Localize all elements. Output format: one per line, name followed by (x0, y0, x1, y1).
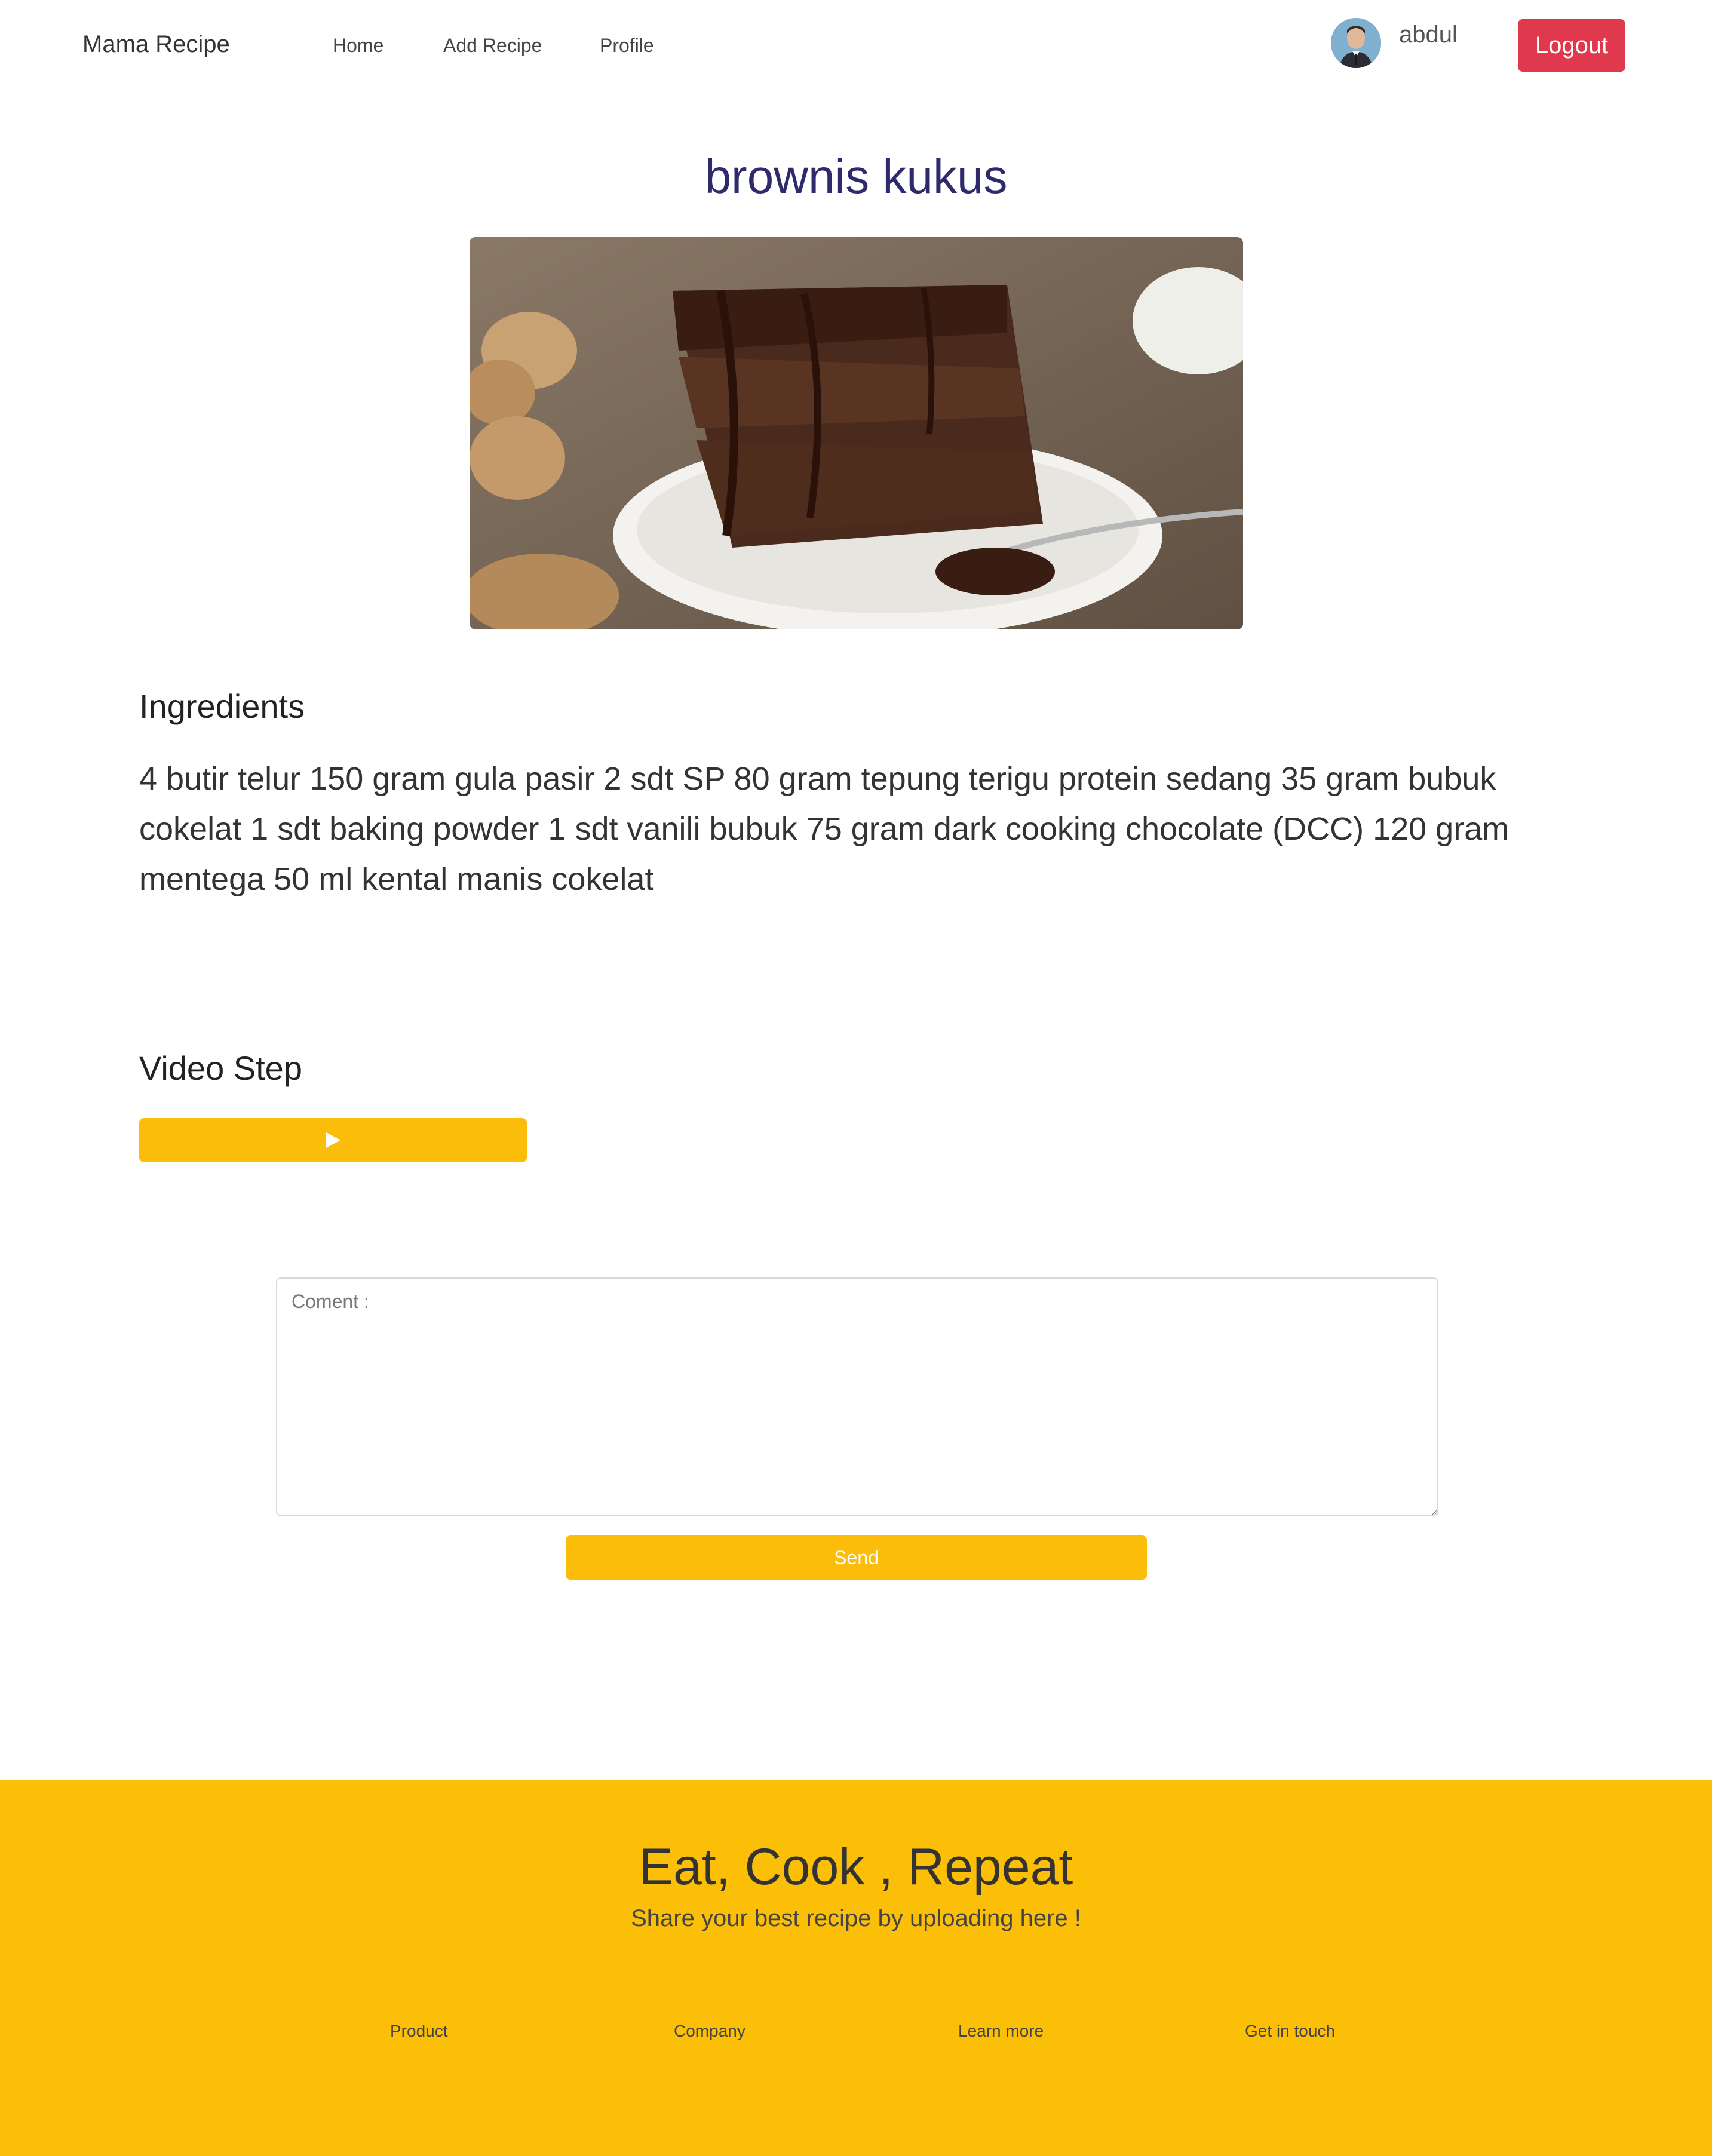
video-step-button[interactable] (139, 1118, 527, 1162)
username-label: abdul (1399, 22, 1458, 48)
recipe-image (470, 237, 1243, 629)
brand-logo[interactable]: Mama Recipe (82, 31, 230, 58)
footer-title: Eat, Cook , Repeat (639, 1838, 1073, 1896)
nav-home-link[interactable]: Home (333, 35, 383, 57)
footer-subtitle: Share your best recipe by uploading here… (631, 1905, 1081, 1931)
recipe-title: brownis kukus (704, 150, 1008, 203)
send-button[interactable]: Send (566, 1535, 1147, 1580)
video-step-heading: Video Step (139, 1049, 302, 1087)
nav-add-recipe-link[interactable]: Add Recipe (443, 35, 542, 57)
recipe-detail-page: Mama Recipe Home Add Recipe Profile abdu… (0, 0, 1712, 2156)
ingredients-heading: Ingredients (139, 687, 305, 725)
avatar[interactable] (1331, 18, 1381, 68)
ingredients-text: 4 butir telur 150 gram gula pasir 2 sdt … (139, 761, 1509, 897)
footer-link-company[interactable]: Company (674, 2022, 745, 2041)
footer-link-get-in-touch[interactable]: Get in touch (1245, 2022, 1335, 2041)
nav-profile-link[interactable]: Profile (600, 35, 654, 57)
footer-link-learn-more[interactable]: Learn more (958, 2022, 1044, 2041)
footer: Eat, Cook , Repeat Share your best recip… (0, 1780, 1712, 2156)
comment-input[interactable] (276, 1277, 1438, 1516)
user-photo (1331, 18, 1381, 68)
brownie-photo (470, 237, 1243, 629)
play-icon (326, 1132, 340, 1148)
logout-button[interactable]: Logout (1518, 19, 1625, 72)
footer-link-product[interactable]: Product (390, 2022, 448, 2041)
